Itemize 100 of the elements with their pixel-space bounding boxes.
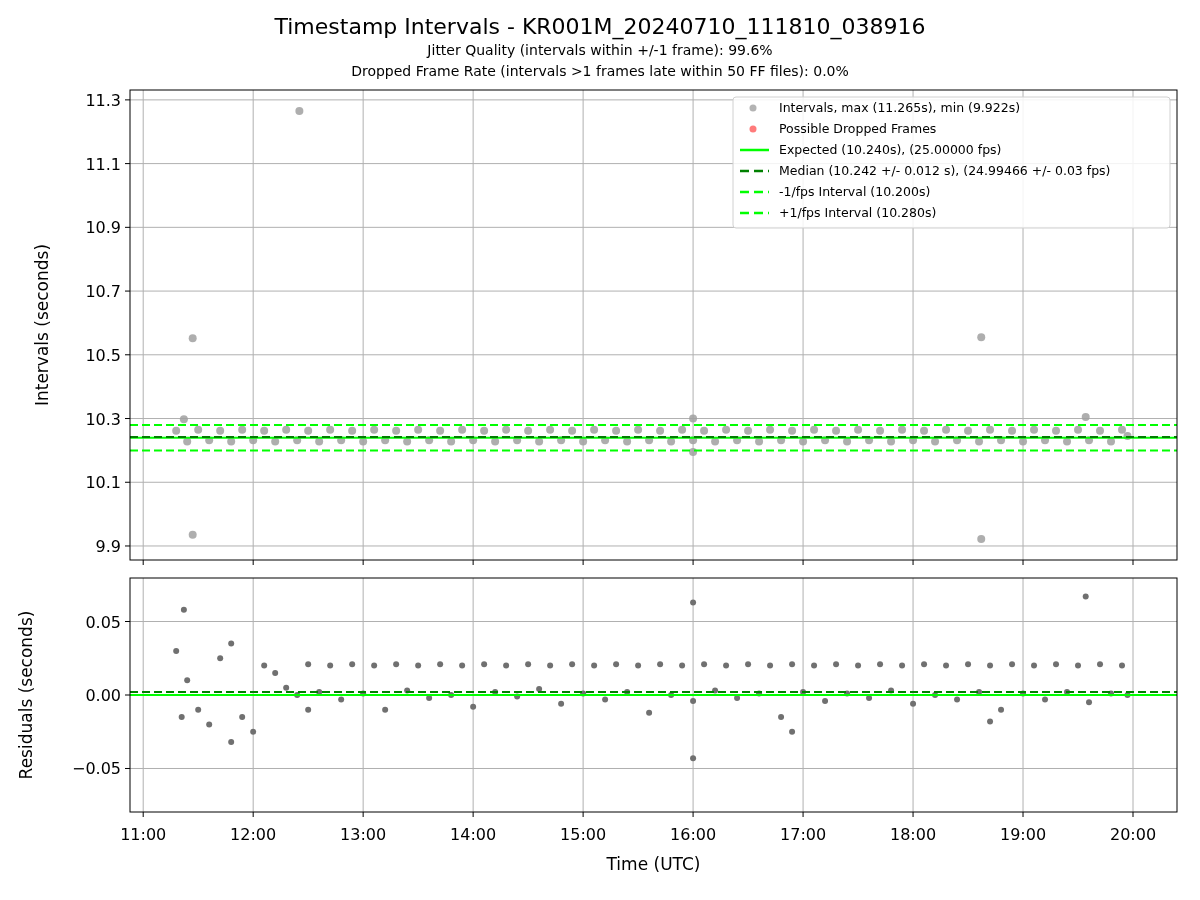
legend-label: Intervals, max (11.265s), min (9.922s) <box>779 100 1021 115</box>
data-point <box>645 436 654 445</box>
data-point <box>899 662 906 669</box>
tick-label: 20:00 <box>1109 825 1157 844</box>
tick-label: 17:00 <box>780 825 827 844</box>
data-point <box>348 426 357 435</box>
data-point <box>821 436 830 445</box>
data-point <box>172 426 181 435</box>
data-point <box>469 436 478 445</box>
data-point <box>338 696 345 703</box>
data-point <box>403 437 412 446</box>
data-point <box>701 661 708 668</box>
data-point <box>1096 426 1104 435</box>
data-point <box>668 692 675 698</box>
legend-label: Possible Dropped Frames <box>779 121 937 136</box>
data-point <box>282 425 291 434</box>
data-point <box>679 662 686 669</box>
data-point <box>415 662 422 669</box>
tick-label: 14:00 <box>450 825 497 844</box>
data-point <box>293 436 302 445</box>
data-point <box>228 739 235 746</box>
data-point <box>1075 662 1081 669</box>
legend-label: -1/fps Interval (10.200s) <box>779 184 931 199</box>
axis-label: Residuals (seconds) <box>16 610 36 780</box>
axis-label: Time (UTC) <box>606 854 701 874</box>
tick-label: 9.9 <box>95 537 121 556</box>
data-point <box>180 606 187 613</box>
data-point <box>601 436 610 445</box>
data-point <box>569 661 576 668</box>
data-point <box>1019 437 1028 446</box>
data-point <box>503 662 510 669</box>
data-point <box>492 689 499 696</box>
data-point <box>179 415 188 424</box>
data-point <box>953 436 962 445</box>
data-point <box>942 425 951 434</box>
data-point <box>414 425 423 434</box>
data-point <box>733 436 742 445</box>
data-point <box>877 661 884 668</box>
data-point <box>799 437 808 446</box>
legend-label: Expected (10.240s), (25.00000 fps) <box>779 142 1002 157</box>
data-point <box>612 426 621 435</box>
data-point <box>898 425 907 434</box>
tick-label: 10.7 <box>85 282 121 302</box>
data-point <box>283 684 290 691</box>
tick-label: 18:00 <box>890 825 937 844</box>
data-point <box>337 436 346 445</box>
data-point <box>371 662 378 669</box>
figure-subtitle: Jitter Quality (intervals within +/-1 frame): 99.6% <box>427 41 773 60</box>
data-point <box>580 690 587 697</box>
data-point <box>1063 437 1071 446</box>
data-point <box>1082 593 1089 600</box>
data-point <box>656 426 665 435</box>
data-point <box>943 662 950 669</box>
data-point <box>865 436 874 445</box>
data-point <box>977 534 986 543</box>
data-point <box>931 437 940 446</box>
data-point <box>998 706 1005 713</box>
data-point <box>887 437 896 446</box>
data-point <box>557 436 566 445</box>
data-point <box>227 437 236 446</box>
tick-label: −0.05 <box>71 759 121 779</box>
data-point <box>305 661 312 668</box>
tick-label: 10.9 <box>85 218 121 238</box>
data-point <box>1085 436 1093 445</box>
data-point <box>635 662 642 669</box>
data-point <box>1119 662 1125 669</box>
data-point <box>932 692 939 698</box>
data-point <box>854 425 863 434</box>
legend-line-icon <box>740 148 769 152</box>
data-point <box>766 425 775 434</box>
data-point <box>1097 661 1103 668</box>
data-point <box>392 426 401 435</box>
data-point <box>744 426 753 435</box>
data-point <box>734 694 741 701</box>
data-point <box>975 437 984 446</box>
data-point <box>876 426 885 435</box>
data-point <box>964 426 973 435</box>
data-point <box>986 425 995 434</box>
data-point <box>447 437 456 446</box>
data-point <box>238 425 247 434</box>
data-point <box>755 437 764 446</box>
data-point <box>502 425 511 434</box>
data-point <box>579 437 588 446</box>
data-point <box>294 692 301 698</box>
data-point <box>977 333 986 342</box>
legend-label: +1/fps Interval (10.280s) <box>779 205 937 220</box>
tick-label: 0.05 <box>85 612 121 632</box>
data-point <box>1052 426 1060 435</box>
data-point <box>920 426 929 435</box>
figure-subtitle: Dropped Frame Rate (intervals >1 frames late within 50 FF files): 0.0% <box>351 62 849 81</box>
data-point <box>216 426 225 435</box>
data-point <box>1074 425 1082 434</box>
data-point <box>304 426 313 435</box>
data-point <box>568 426 577 435</box>
tick-label: 16:00 <box>670 825 717 844</box>
tick-label: 15:00 <box>560 825 607 844</box>
data-point <box>1031 662 1038 669</box>
data-point <box>810 425 819 434</box>
data-point <box>436 426 445 435</box>
data-point <box>690 697 697 704</box>
